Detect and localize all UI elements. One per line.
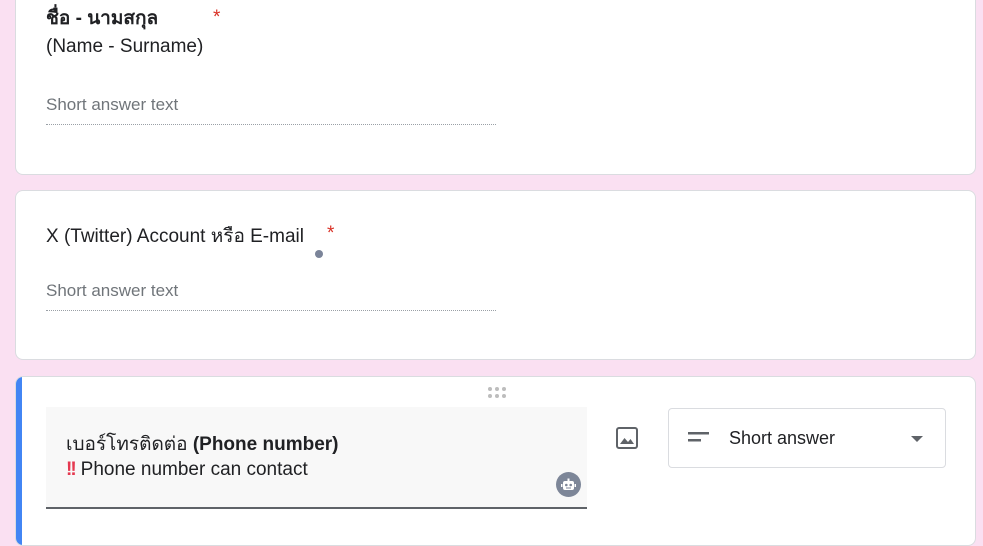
double-exclamation-icon: !! <box>66 459 77 480</box>
drag-handle-icon[interactable] <box>488 387 506 398</box>
question-title-bold: (Phone number) <box>192 434 339 455</box>
question-title-line2: (Name - Surname) <box>46 36 204 57</box>
answer-underline <box>46 124 496 125</box>
question-title-thai: เบอร์โทรติดต่อ <box>66 434 193 455</box>
short-answer-placeholder: Short answer text <box>46 281 179 300</box>
cursor-dot <box>315 250 323 258</box>
arrow-drop-down-icon <box>911 436 923 442</box>
robot-icon[interactable] <box>556 472 581 497</box>
required-asterisk: * <box>213 7 221 28</box>
question-title: ชื่อ - นามสกุล (Name - Surname) <box>46 5 203 61</box>
answer-underline <box>46 310 496 311</box>
question-title: X (Twitter) Account หรือ E-mail <box>46 226 304 247</box>
short-answer-placeholder: Short answer text <box>46 95 179 114</box>
question-card-phone-active[interactable]: เบอร์โทรติดต่อ (Phone number) !! Phone nu… <box>15 376 976 546</box>
image-icon[interactable] <box>614 425 640 451</box>
question-title-editor[interactable]: เบอร์โทรติดต่อ (Phone number) !! Phone nu… <box>46 407 587 509</box>
question-title-line1: ชื่อ - นามสกุล <box>46 8 159 29</box>
question-description: !! Phone number can contact <box>66 459 308 481</box>
question-description-text: Phone number can contact <box>80 459 308 480</box>
short-text-icon <box>688 432 709 442</box>
active-card-accent <box>16 377 22 545</box>
question-type-dropdown[interactable]: Short answer <box>668 408 946 468</box>
question-card-contact[interactable]: X (Twitter) Account หรือ E-mail * Short … <box>15 190 976 360</box>
required-asterisk: * <box>327 223 335 244</box>
question-type-label: Short answer <box>729 428 836 448</box>
question-title-text: เบอร์โทรติดต่อ (Phone number) <box>66 429 338 459</box>
question-card-name[interactable]: ชื่อ - นามสกุล (Name - Surname) * Short … <box>15 0 976 175</box>
